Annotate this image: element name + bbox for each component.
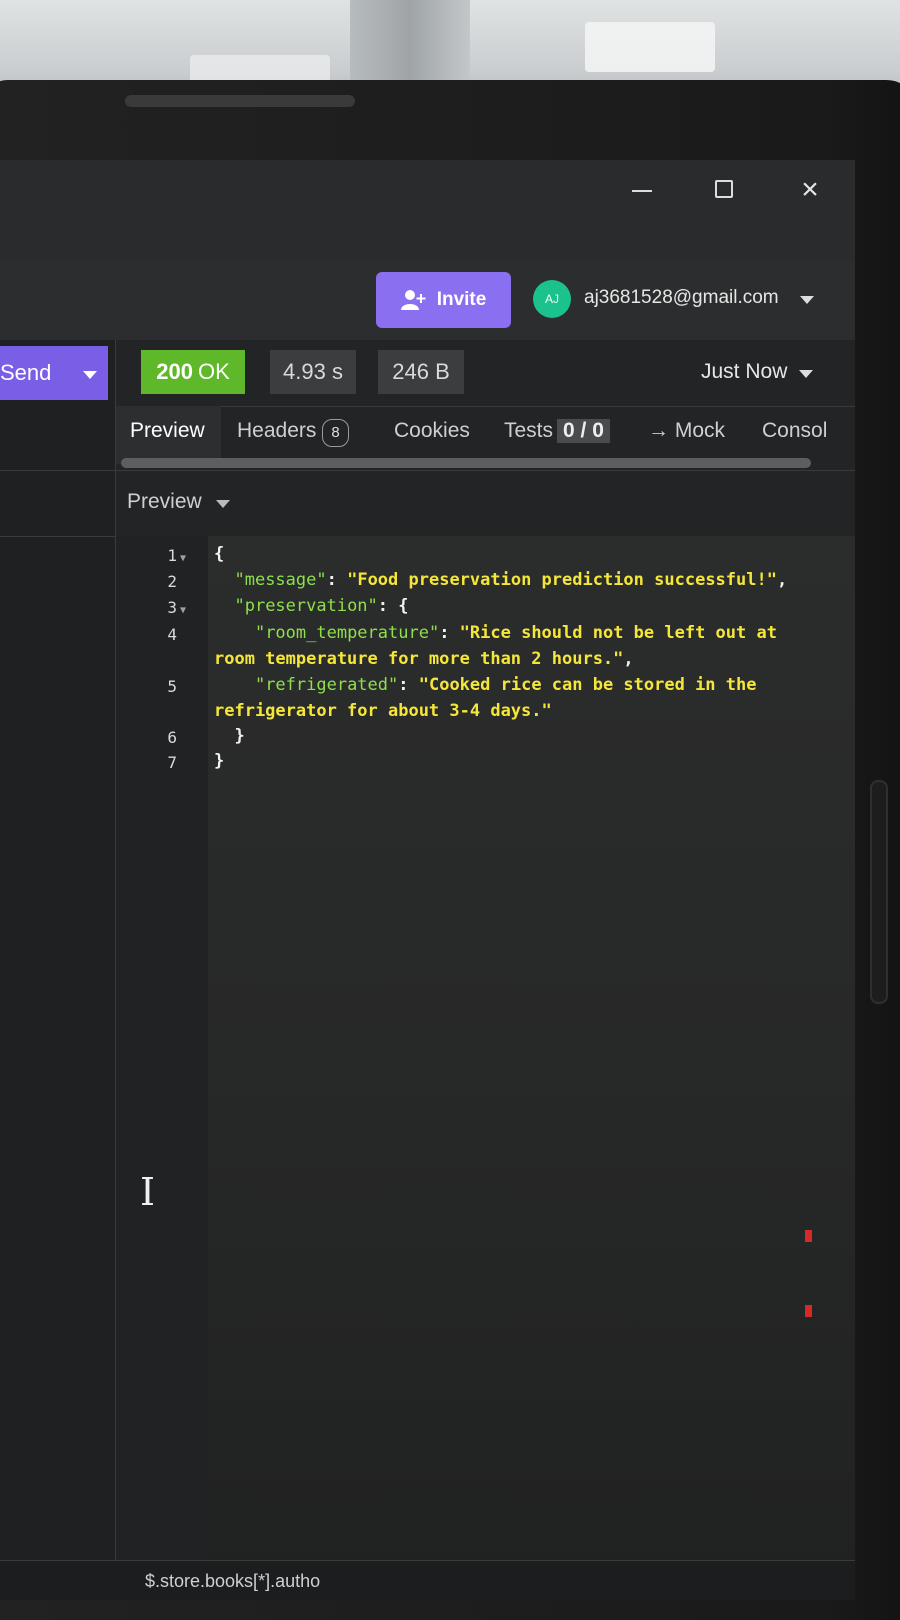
json-preview[interactable]: { "message": "Food preservation predicti…: [208, 536, 855, 1600]
user-email[interactable]: aj3681528@gmail.com: [584, 287, 779, 309]
code-line: room temperature for more than 2 hours."…: [214, 649, 634, 669]
divider: [0, 470, 115, 471]
json-value: "Rice should not be left out at: [459, 623, 777, 643]
code-line: refrigerator for about 3-4 days.": [214, 701, 552, 721]
response-time: 4.93 s: [270, 350, 356, 394]
title-bar: ×: [0, 160, 855, 260]
json-value: refrigerator for about 3-4 days.": [214, 701, 552, 721]
invite-label: Invite: [436, 289, 487, 310]
code-line: "room_temperature": "Rice should not be …: [254, 623, 777, 643]
code-line: "preservation": {: [234, 596, 409, 616]
scroll-marker: [805, 1230, 812, 1242]
json-key: "preservation": [234, 596, 378, 616]
json-value: room temperature for more than 2 hours.": [214, 649, 624, 669]
line-gutter: 1▼ 2▼ 3▼ 4▼ 5▼ 6▼ 7▼: [116, 536, 208, 1600]
preview-mode-dropdown[interactable]: Preview: [127, 490, 202, 514]
text-cursor-icon: I: [140, 1170, 156, 1214]
fold-icon[interactable]: ▼: [180, 605, 186, 616]
tab-console[interactable]: Consol: [762, 419, 827, 443]
monitor-side-slot: [870, 780, 888, 1004]
code-line: }: [214, 751, 225, 771]
send-button[interactable]: Send: [0, 346, 108, 400]
line-number: 1 ▼: [167, 546, 186, 565]
json-value: "Cooked rice can be stored in the: [418, 675, 757, 695]
response-size: 246 B: [378, 350, 464, 394]
app-window: × Invite AJ aj3681528@gmail.com Send 200: [0, 160, 855, 1600]
line-number: 3 ▼: [167, 598, 186, 617]
tab-tests-label: Tests: [504, 419, 554, 442]
response-stats: 200 OK 4.93 s 246 B Just Now: [116, 340, 855, 407]
ceiling-light: [585, 22, 715, 72]
request-pane: Send: [0, 340, 116, 1600]
code-line: {: [214, 544, 225, 564]
status-code: 200: [156, 359, 193, 384]
monitor-notch: [125, 95, 355, 107]
fold-icon[interactable]: ▼: [180, 553, 186, 564]
json-key: "refrigerated": [254, 675, 399, 695]
chevron-down-icon[interactable]: [800, 296, 814, 304]
avatar[interactable]: AJ: [533, 280, 571, 318]
tab-mock[interactable]: → Mock: [648, 419, 725, 443]
json-key: "message": [234, 570, 327, 590]
tabs-scrollbar[interactable]: [121, 458, 811, 468]
code-line: "refrigerated": "Cooked rice can be stor…: [254, 675, 757, 695]
line-number: 6▼: [167, 728, 177, 747]
filter-input[interactable]: $.store.books[*].autho: [145, 1571, 320, 1592]
line-number: 5▼: [167, 677, 177, 696]
code-line: }: [234, 726, 245, 746]
chevron-down-icon[interactable]: [83, 371, 97, 379]
close-icon[interactable]: ×: [790, 170, 830, 210]
code-line: "message": "Food preservation prediction…: [234, 570, 788, 590]
divider: [0, 536, 115, 537]
scroll-marker: [805, 1305, 812, 1317]
invite-button[interactable]: Invite: [376, 272, 511, 328]
status-text: OK: [197, 359, 230, 384]
line-number: 7▼: [167, 753, 177, 772]
preview-mode-bar: Preview: [116, 470, 855, 537]
history-dropdown[interactable]: Just Now: [701, 360, 787, 384]
tab-preview[interactable]: Preview: [130, 419, 205, 443]
line-number: 2▼: [167, 572, 177, 591]
status-badge: 200 OK: [141, 350, 245, 394]
chevron-down-icon[interactable]: [799, 370, 813, 378]
minimize-icon[interactable]: [622, 170, 662, 210]
send-label: Send: [0, 360, 52, 385]
response-pane: 200 OK 4.93 s 246 B Just Now Preview Hea…: [116, 340, 855, 1600]
tab-cookies[interactable]: Cookies: [394, 419, 470, 443]
tab-headers-label: Headers: [237, 419, 317, 442]
chevron-down-icon[interactable]: [216, 500, 230, 508]
tab-tests[interactable]: Tests 0 / 0: [504, 419, 610, 443]
headers-count-badge: 8: [322, 419, 349, 447]
line-number: 4▼: [167, 625, 177, 644]
app-header: Invite AJ aj3681528@gmail.com: [0, 260, 855, 341]
maximize-icon[interactable]: [705, 170, 745, 210]
response-tabs: Preview Headers 8 Cookies Tests 0 / 0 → Mo…: [116, 406, 855, 471]
tests-count-badge: 0 / 0: [557, 419, 610, 443]
json-key: "room_temperature": [254, 623, 440, 643]
tab-headers[interactable]: Headers 8: [237, 419, 349, 447]
add-user-icon: [400, 290, 426, 310]
filter-bar: $.store.books[*].autho: [0, 1560, 855, 1600]
json-value: "Food preservation prediction successful…: [347, 570, 777, 590]
